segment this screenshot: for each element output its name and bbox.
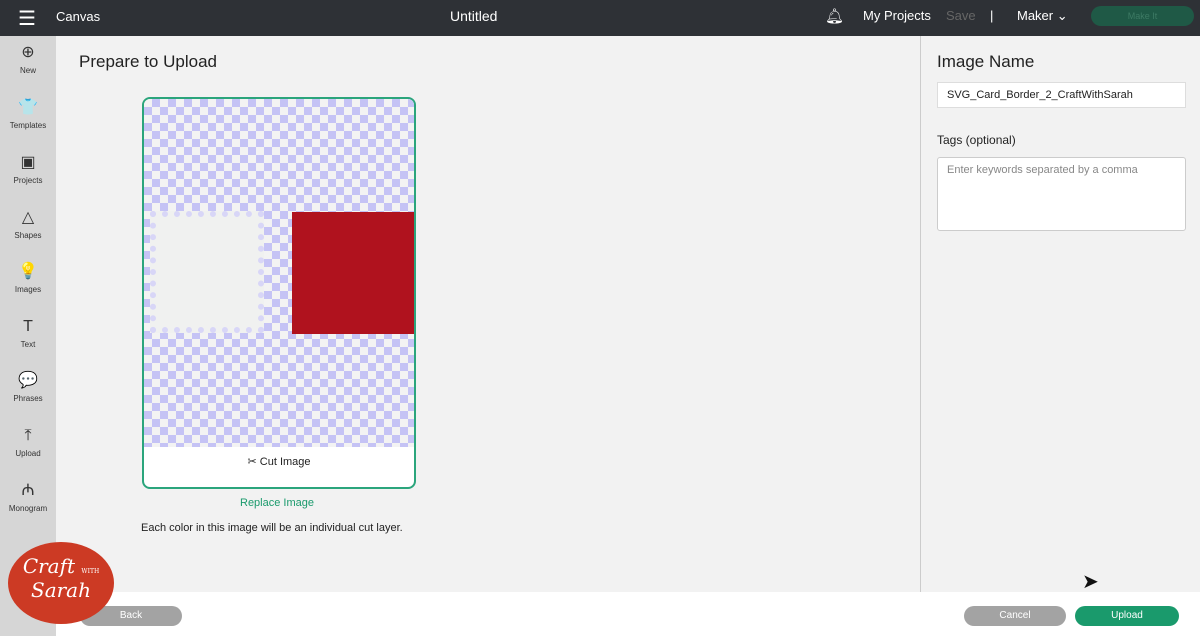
tags-label: Tags (optional)	[937, 133, 1016, 147]
sidebar-label: Projects	[13, 176, 43, 185]
cut-image-text: Cut Image	[259, 456, 311, 468]
replace-image-link[interactable]: Replace Image	[240, 497, 314, 509]
footer-bar: Back Cancel Upload	[56, 592, 1200, 636]
sidebar-item-shapes[interactable]: △ Shapes	[0, 209, 56, 240]
sidebar-label: Monogram	[8, 504, 48, 513]
shirt-icon: 👕	[18, 99, 38, 116]
craft-with-sarah-watermark-logo: Craft WITH Sarah	[8, 542, 114, 624]
speech-bubble-icon: 💬	[18, 372, 38, 389]
scissors-icon: ✂	[247, 456, 257, 468]
sidebar-label: Templates	[9, 121, 47, 130]
project-title: Untitled	[450, 8, 498, 24]
sidebar-item-text[interactable]: T Text	[0, 318, 56, 349]
image-name-input[interactable]: SVG_Card_Border_2_CraftWithSarah	[937, 82, 1186, 108]
image-name-label: Image Name	[937, 52, 1035, 71]
upload-button[interactable]: Upload	[1075, 606, 1179, 626]
sidebar-label: Images	[14, 285, 42, 294]
separator: |	[990, 8, 994, 23]
cancel-button[interactable]: Cancel	[964, 606, 1066, 626]
bell-icon[interactable]: 🔔︎	[825, 7, 844, 25]
sidebar-item-phrases[interactable]: 💬 Phrases	[0, 372, 56, 403]
shapes-icon: △	[21, 209, 35, 226]
page-title: Prepare to Upload	[79, 52, 217, 71]
sidebar-label: Shapes	[14, 231, 42, 240]
sidebar-item-upload[interactable]: ⤒ Upload	[0, 427, 56, 458]
transparency-checker	[144, 99, 414, 447]
cut-image-label: ✂ Cut Image	[144, 455, 414, 468]
machine-label: Maker	[1017, 8, 1054, 23]
sidebar-label: Upload	[15, 449, 41, 458]
main-panel: Prepare to Upload ✂ Cut Image Replace Im…	[56, 36, 920, 592]
sidebar-label: New	[19, 66, 36, 75]
hamburger-icon[interactable]: ☰	[18, 6, 36, 31]
make-it-button[interactable]: Make It	[1091, 6, 1194, 26]
cut-layer-note: Each color in this image will be an indi…	[141, 522, 403, 534]
sidebar-item-new[interactable]: ⊕ New	[0, 44, 56, 75]
plus-circle-icon: ⊕	[21, 44, 35, 61]
upload-icon: ⤒	[24, 427, 32, 444]
text-icon: T	[23, 318, 33, 335]
monogram-icon: ₼	[21, 482, 35, 499]
sidebar-label: Phrases	[13, 394, 43, 403]
app-name: Canvas	[56, 9, 101, 24]
mouse-cursor-icon: ➤	[1082, 571, 1099, 593]
sidebar-item-projects[interactable]: ▣ Projects	[0, 154, 56, 185]
my-projects-link[interactable]: My Projects	[863, 8, 931, 23]
sidebar-item-templates[interactable]: 👕 Templates	[0, 99, 56, 130]
lace-border-shape	[150, 211, 264, 333]
image-details-panel: Image Name SVG_Card_Border_2_CraftWithSa…	[920, 36, 1200, 592]
image-preview-card: ✂ Cut Image	[142, 97, 416, 489]
tags-textarea[interactable]: Enter keywords separated by a comma	[937, 157, 1186, 231]
sidebar-label: Text	[20, 340, 36, 349]
sidebar-item-monogram[interactable]: ₼ Monogram	[0, 482, 56, 513]
top-bar: ☰ Canvas Untitled 🔔︎ My Projects Save | …	[0, 0, 1200, 36]
chevron-down-icon: ⌄	[1056, 8, 1068, 23]
machine-select[interactable]: Maker ⌄	[1017, 8, 1068, 24]
red-rectangle-shape	[292, 212, 414, 334]
save-button[interactable]: Save	[946, 8, 976, 23]
lightbulb-icon: 💡	[18, 263, 38, 280]
clipboard-icon: ▣	[20, 154, 36, 171]
sidebar-item-images[interactable]: 💡 Images	[0, 263, 56, 294]
